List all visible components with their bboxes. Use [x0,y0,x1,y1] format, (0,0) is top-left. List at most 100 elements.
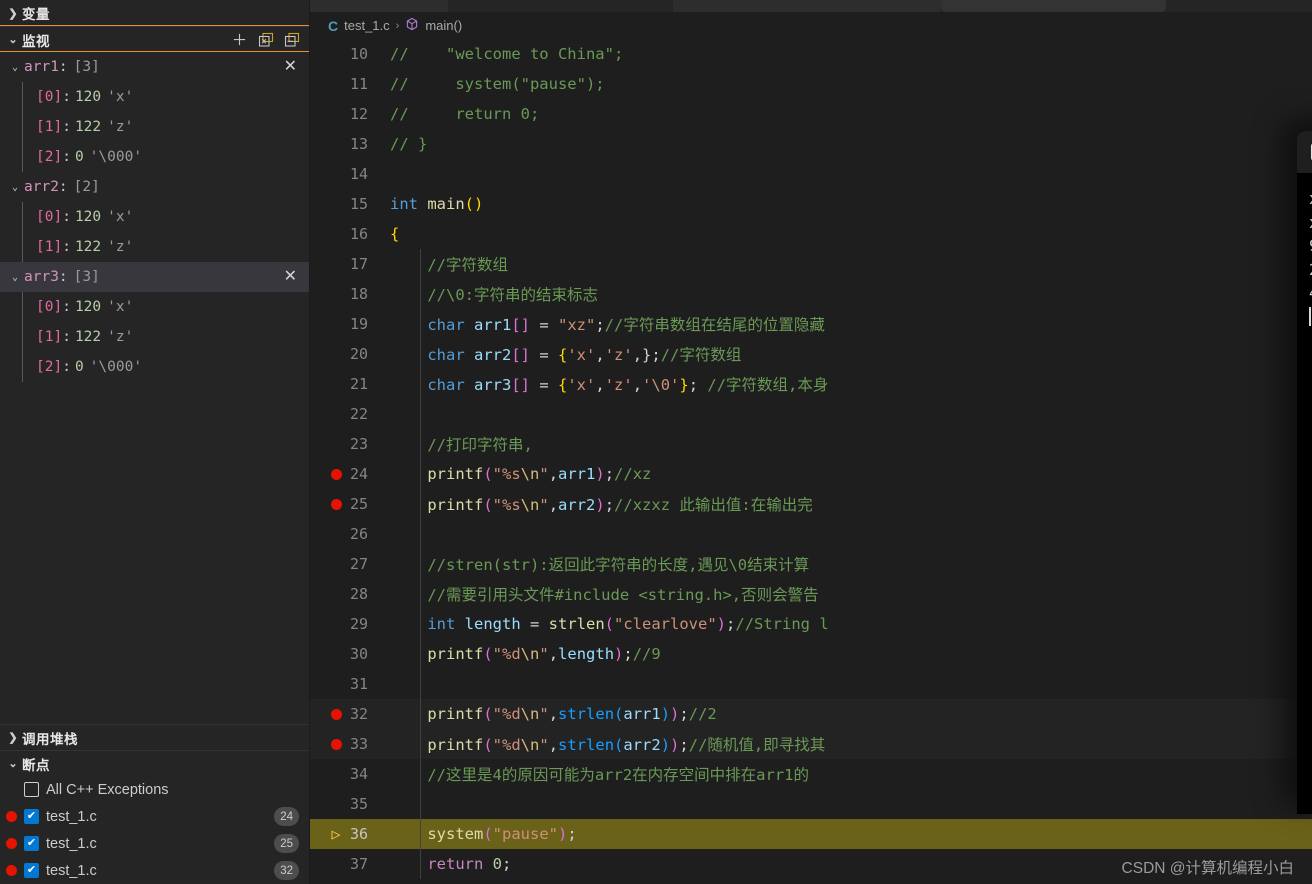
terminal-window[interactable]: c:\ D:\C\All Project\Study_2\test_ ✕ xzx… [1297,131,1312,814]
line-number: 10 [349,45,368,63]
breakpoint-marker-icon[interactable] [328,708,344,720]
watch-colon: : [62,149,71,165]
breakpoint-marker-icon[interactable] [328,738,344,750]
watch-child-row[interactable]: [0]:120 'x' [0,202,309,232]
line-number: 27 [349,555,368,573]
section-header-breakpoints[interactable]: ⌄ 断点 [0,750,309,776]
breakpoint-checkbox[interactable]: ✔ [24,809,39,824]
tab-partial-3[interactable] [673,0,941,12]
breadcrumb-file[interactable]: test_1.c [344,18,390,33]
code-line[interactable]: 30 printf("%d\n",length);//9 [310,639,1312,669]
breakpoint-row[interactable]: All C++ Exceptions [0,776,309,803]
chevron-right-icon: ❯ [8,732,18,744]
breadcrumb-symbol[interactable]: main() [425,18,462,33]
code-line[interactable]: 34 //这里是4的原因可能为arr2在内存空间中排在arr1的 [310,759,1312,789]
breakpoint-row[interactable]: ✔ test_1.c 24 [0,803,309,830]
code-line[interactable]: 20 char arr2[] = {'x','z',};//字符数组 [310,339,1312,369]
tab-partial-2[interactable] [448,0,673,12]
code-line[interactable]: 31 [310,669,1312,699]
section-header-callstack[interactable]: ❯ 调用堆栈 [0,724,309,750]
chevron-down-icon[interactable]: ⌄ [6,272,24,283]
watch-expression-value: [3] [73,59,100,75]
code-line[interactable]: 33 printf("%d\n",strlen(arr2));//随机值,即寻找… [310,729,1312,759]
watch-child-row[interactable]: [2]:0 '\000' [0,352,309,382]
watch-child-char: 'z' [107,119,134,135]
breakpoint-line-badge: 25 [274,834,299,853]
watch-colon: : [62,119,71,135]
breakpoint-row[interactable]: ✔ test_1.c 25 [0,830,309,857]
chevron-down-icon[interactable]: ⌄ [6,62,24,73]
remove-expression-icon[interactable]: ✕ [284,269,297,285]
code-line[interactable]: 18 //\0:字符串的结束标志 [310,279,1312,309]
tab-partial-1[interactable] [310,0,448,12]
code-line[interactable]: 12 // return 0; [310,99,1312,129]
code-line[interactable]: 10 // "welcome to China"; [310,39,1312,69]
remove-expression-icon[interactable]: ✕ [284,59,297,75]
code-line[interactable]: 28 //需要引用头文件#include <string.h>,否则会警告 [310,579,1312,609]
code-line[interactable]: 21 char arr3[] = {'x','z','\0'}; //字符数组,… [310,369,1312,399]
terminal-title-bar[interactable]: c:\ D:\C\All Project\Study_2\test_ ✕ [1297,131,1312,173]
code-line[interactable]: 23 //打印字符串, [310,429,1312,459]
code-line[interactable]: 32 printf("%d\n",strlen(arr1));//2 [310,699,1312,729]
section-header-variables[interactable]: ❯ 变量 [0,0,309,26]
collapse-all-icon[interactable] [283,31,300,48]
code-line[interactable]: ▷ 36 system("pause"); [310,819,1312,849]
indent-guide [420,609,421,639]
indent-guide [420,579,421,609]
code-line[interactable]: 29 int length = strlen("clearlove");//St… [310,609,1312,639]
code-text: printf("%s\n",arr1);//xz [427,465,652,483]
code-line[interactable]: 13 // } [310,129,1312,159]
remove-all-expressions-icon[interactable] [257,31,274,48]
tab-active[interactable] [941,0,1166,12]
code-line[interactable]: 26 [310,519,1312,549]
line-number: 14 [349,165,368,183]
code-line[interactable]: 22 [310,399,1312,429]
breakpoint-checkbox[interactable]: ✔ [24,863,39,878]
code-line[interactable]: 24 printf("%s\n",arr1);//xz [310,459,1312,489]
indent-guide [420,699,421,729]
watch-child-number: 120 [74,209,102,225]
watch-child-row[interactable]: [2]:0 '\000' [0,142,309,172]
line-number: 26 [349,525,368,543]
line-number: 33 [349,735,368,753]
variables-label: 变量 [22,7,50,22]
watch-child-row[interactable]: [1]:122 'z' [0,232,309,262]
watch-child-row[interactable]: [0]:120 'x' [0,82,309,112]
line-number: 24 [349,465,368,483]
breakpoint-checkbox[interactable]: ✔ [24,836,39,851]
section-header-watch[interactable]: ⌄ 监视 [0,26,309,52]
breakpoint-row[interactable]: ✔ test_1.c 32 [0,857,309,884]
watch-colon: : [62,329,71,345]
indent-guide [420,849,421,879]
code-line[interactable]: 17 //字符数组 [310,249,1312,279]
watch-child-row[interactable]: [1]:122 'z' [0,322,309,352]
add-expression-icon[interactable] [231,31,248,48]
code-line[interactable]: 19 char arr1[] = "xz";//字符串数组在结尾的位置隐藏 [310,309,1312,339]
code-line[interactable]: 27 //stren(str):返回此字符串的长度,遇见\0结束计算 [310,549,1312,579]
chevron-down-icon[interactable]: ⌄ [6,182,24,193]
indent-guide [420,399,421,429]
breakpoint-checkbox[interactable] [24,782,39,797]
code-line[interactable]: 25 printf("%s\n",arr2);//xzxz 此输出值:在输出完 [310,489,1312,519]
breadcrumb[interactable]: C test_1.c › main() [310,12,1312,39]
code-line[interactable]: 15 int main() [310,189,1312,219]
breakpoint-marker-icon[interactable] [328,468,344,480]
watch-expression-name: arr2 [24,179,59,195]
watch-expression-row[interactable]: ⌄ arr2: [2] [0,172,309,202]
tab-strip-filler [1166,0,1312,12]
watch-child-row[interactable]: [0]:120 'x' [0,292,309,322]
breakpoint-line-badge: 32 [274,861,299,880]
code-text: //字符数组 [427,256,508,274]
watch-expression-row[interactable]: ⌄ arr1: [3] ✕ [0,52,309,82]
breakpoint-marker-icon[interactable] [328,498,344,510]
watch-child-row[interactable]: [1]:122 'z' [0,112,309,142]
code-lines[interactable]: 10 // "welcome to China"; 11 // system("pau… [310,39,1312,884]
code-line[interactable]: 16 { [310,219,1312,249]
breakpoint-label: All C++ Exceptions [46,781,169,798]
code-line[interactable]: 11 // system("pause"); [310,69,1312,99]
watch-expression-row[interactable]: ⌄ arr3: [3] ✕ [0,262,309,292]
code-line[interactable]: 35 [310,789,1312,819]
code-line[interactable]: 14 [310,159,1312,189]
terminal-output[interactable]: xzxzxz924 [1297,173,1312,332]
line-number: 37 [349,855,368,873]
